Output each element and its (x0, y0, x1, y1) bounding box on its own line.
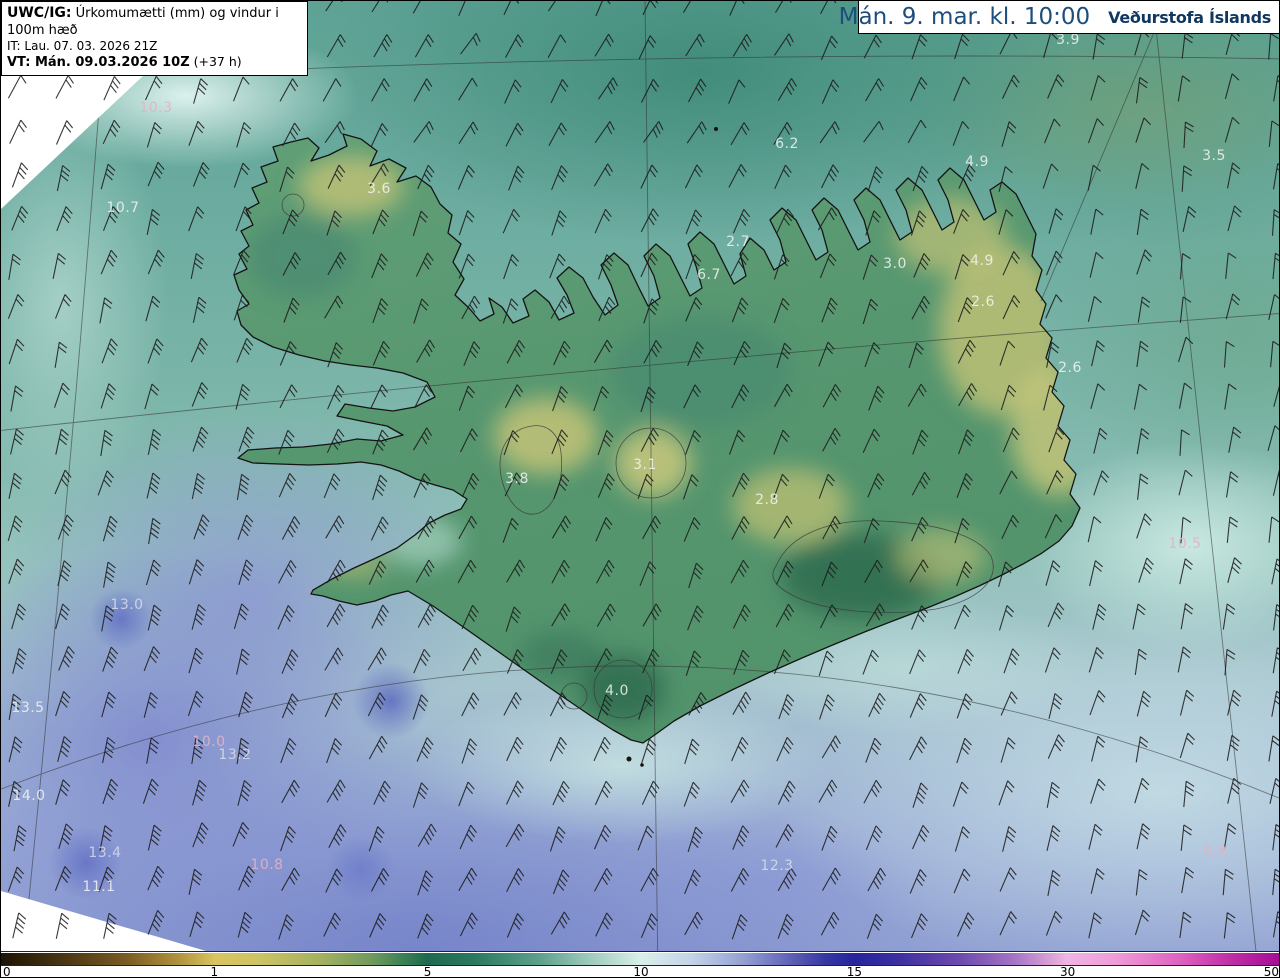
extremum-value-label: 2.6 (1058, 360, 1082, 376)
extremum-value-label: 9.8 (1203, 844, 1227, 860)
extremum-value-label: 3.0 (883, 256, 907, 272)
init-time-line: IT: Lau. 07. 03. 2026 21Z (7, 38, 158, 53)
colorbar-tick: 30 (1059, 965, 1076, 978)
extremum-value-label: 3.5 (1202, 148, 1226, 164)
extremum-value-label: 3.6 (367, 181, 391, 197)
org-name: Veðurstofa Íslands (1108, 7, 1271, 27)
extremum-value-label: 12.3 (760, 858, 794, 874)
colorbar-tick: 0 (3, 965, 11, 978)
extremum-value-label: 2.7 (726, 234, 750, 250)
forecast-info-box: UWC/IG: Úrkomumætti (mm) og vindur i 100… (1, 1, 308, 76)
colorbar-tick: 10 (633, 965, 649, 978)
map-canvas: 10.3 10.7 3.6 6.2 4.9 3.5 3.9 2.7 6.7 3.0 4.9 2.6 2.… (1, 1, 1279, 951)
extremum-value-label: 4.9 (970, 253, 994, 269)
colorbar-tick: 5 (423, 965, 432, 978)
extremum-value-label: 2.6 (971, 294, 995, 310)
extremum-value-label: 13.4 (88, 845, 122, 861)
extremum-value-label: 13.5 (11, 700, 45, 716)
valid-datetime-label: Mán. 9. mar. kl. 10:00 (838, 4, 1091, 30)
extremum-value-label: 3.9 (1056, 32, 1080, 48)
extremum-value-label: 6.7 (697, 267, 721, 283)
extremum-value-label: 4.0 (605, 683, 629, 699)
extremum-value-label: 14.0 (12, 788, 46, 804)
product-title: UWC/IG: Úrkomumætti (mm) og vindur i 100… (7, 5, 279, 38)
extremum-value-label: 2.8 (755, 492, 779, 508)
weather-map-page: 10.3 10.7 3.6 6.2 4.9 3.5 3.9 2.7 6.7 3.0 4.9 2.6 2.… (0, 0, 1280, 978)
colorbar-tick: 15 (846, 965, 863, 978)
colorbar-tick: 1 (210, 965, 219, 978)
extremum-value-label: 3.8 (505, 471, 529, 487)
map-overlay-svg (1, 1, 1279, 951)
colorbar-tick: 50 (1263, 965, 1279, 978)
extremum-value-label: 13.2 (218, 747, 252, 763)
extremum-value-label: 11.1 (82, 879, 116, 895)
colorbar-ticks: 0 1 5 10 15 30 50 (1, 965, 1279, 978)
valid-time-line: VT: Mán. 09.03.2026 10Z (+37 h) (7, 53, 242, 70)
land-fill (234, 134, 1080, 743)
extremum-value-label: 10.5 (1168, 536, 1202, 552)
datetime-branding-box: Mán. 9. mar. kl. 10:00 Veðurstofa Ísland… (839, 1, 1279, 34)
extremum-value-label: 6.2 (775, 136, 799, 152)
domain-edge-wedges (1, 31, 206, 951)
extremum-value-label: 3.1 (633, 457, 657, 473)
extremum-value-label: 10.8 (250, 857, 284, 873)
extremum-value-label: 4.9 (965, 154, 989, 170)
extremum-value-label: 10.7 (106, 200, 140, 216)
precipitation-colorbar: 0 1 5 10 15 30 50 (1, 951, 1279, 978)
extremum-value-label: 10.3 (139, 100, 173, 116)
extremum-value-label: 13.0 (110, 597, 144, 613)
